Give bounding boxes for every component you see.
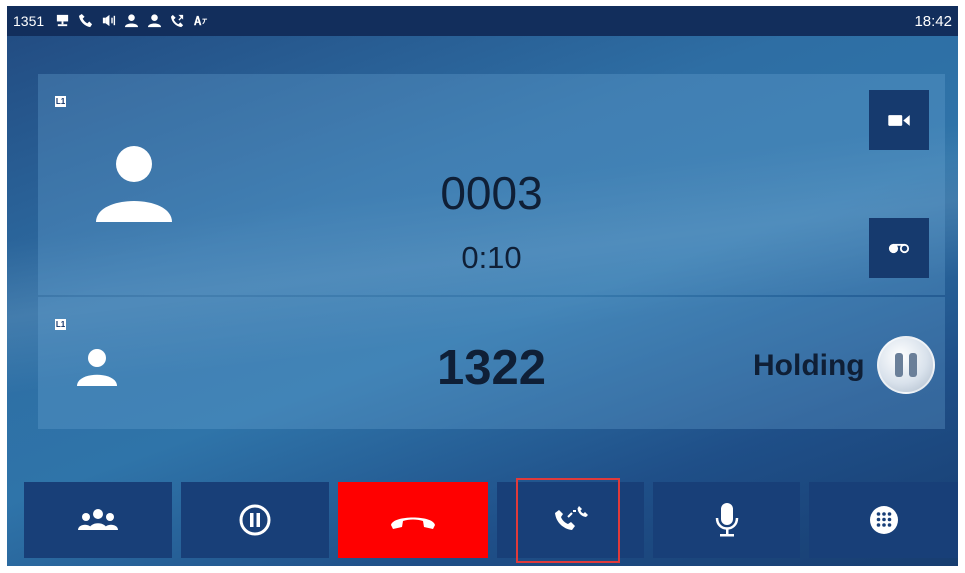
phone-icon <box>78 12 93 28</box>
extension-number: 1351 <box>13 13 45 29</box>
mute-button[interactable] <box>653 482 800 558</box>
hold-button[interactable] <box>181 482 329 558</box>
conference-icon <box>78 509 118 530</box>
line-indicator: L1 <box>55 319 66 330</box>
held-call-panel[interactable]: L1 1322 Holding <box>38 297 945 429</box>
active-call-number: 0003 <box>440 167 543 219</box>
call-duration: 0:10 <box>461 240 522 275</box>
transfer-highlight-box <box>516 478 620 563</box>
softkey-bar <box>7 482 958 566</box>
record-button[interactable] <box>869 218 929 278</box>
status-icons <box>55 12 208 28</box>
call-forward-icon <box>170 12 185 28</box>
end-call-button[interactable] <box>338 482 488 558</box>
voicemail-record-icon <box>888 243 910 253</box>
hold-icon <box>239 504 271 536</box>
hold-status-label: Holding <box>753 349 865 382</box>
contact-icon <box>124 12 139 28</box>
microphone-icon <box>715 503 738 537</box>
network-icon <box>55 12 70 28</box>
line-indicator: L1 <box>55 96 66 107</box>
speaker-icon <box>101 12 116 28</box>
end-call-icon <box>391 517 435 529</box>
conference-button[interactable] <box>24 482 172 558</box>
keypad-icon <box>869 506 898 534</box>
clock: 18:42 <box>914 13 952 30</box>
active-call-panel[interactable]: L1 0003 0:10 <box>38 74 945 295</box>
resume-call-button[interactable] <box>877 336 935 394</box>
video-camera-icon <box>888 114 910 126</box>
contact-icon <box>147 12 162 28</box>
language-icon <box>193 12 208 28</box>
pause-icon <box>895 353 903 377</box>
video-button[interactable] <box>869 90 929 150</box>
phone-screen: 1351 18:42 L1 0003 0:10 L1 1322 Holding <box>7 6 958 566</box>
status-bar: 1351 18:42 <box>7 6 958 36</box>
keypad-button[interactable] <box>809 482 958 558</box>
